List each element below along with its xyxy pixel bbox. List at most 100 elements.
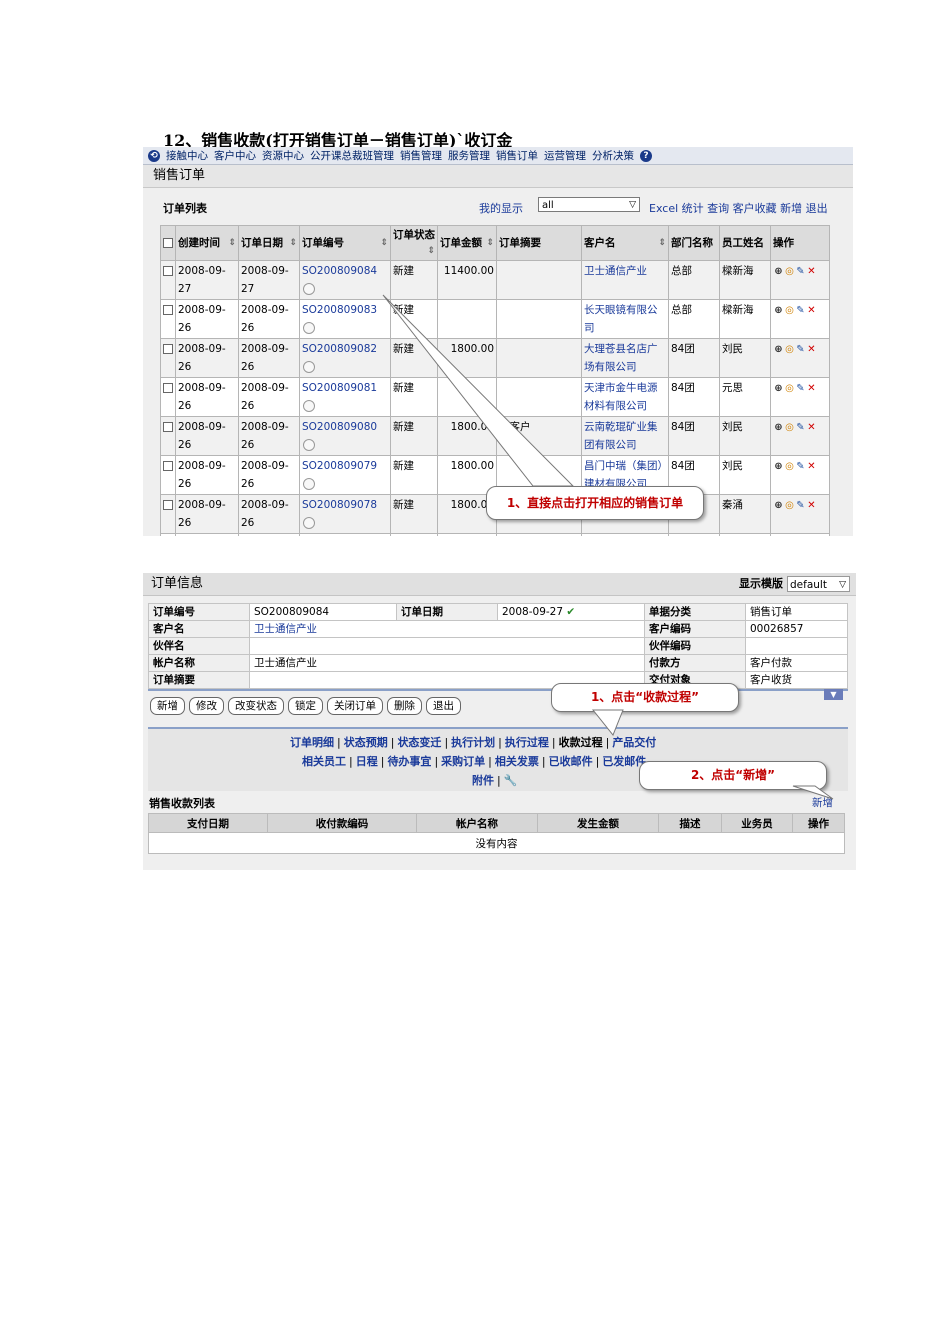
nav-item[interactable]: 销售管理	[400, 148, 442, 163]
edit-icon[interactable]: ✎	[795, 497, 806, 515]
delete-icon[interactable]: ✕	[806, 419, 817, 437]
delete-icon[interactable]: ✕	[806, 380, 817, 398]
nav-item[interactable]: 客户中心	[214, 148, 256, 163]
col-status[interactable]: 订单状态 ⇕	[390, 225, 438, 261]
refresh-icon[interactable]: ◎	[784, 497, 795, 515]
customer-cell[interactable]: 天津市金牛电源材料有限公司	[581, 377, 669, 417]
delete-icon[interactable]: ✕	[806, 341, 817, 359]
lock-button[interactable]: 锁定	[288, 697, 323, 715]
edit-icon[interactable]: ✎	[795, 419, 806, 437]
customer-link[interactable]: 长天眼镜有限公司	[584, 304, 658, 334]
col-amount[interactable]: 订单金额 ⇕	[437, 225, 497, 261]
tab-order-details[interactable]: 订单明细	[290, 736, 334, 749]
row-checkbox-cell[interactable]	[160, 299, 176, 339]
nav-item[interactable]: 公开课总裁班管理	[310, 148, 394, 163]
view-icon[interactable]: ⊕	[773, 419, 784, 437]
checkbox[interactable]	[163, 383, 173, 393]
row-checkbox-cell[interactable]	[160, 455, 176, 495]
order-no-cell[interactable]: SO200809082	[299, 338, 391, 378]
row-checkbox-cell[interactable]	[160, 533, 176, 536]
row-checkbox-cell[interactable]	[160, 494, 176, 534]
order-no-cell[interactable]: SO200809080	[299, 416, 391, 456]
customer-cell[interactable]: 长天眼镜有限公司	[581, 299, 669, 339]
checkbox[interactable]	[163, 237, 173, 248]
customer-link[interactable]: 卫士通信产业	[249, 620, 645, 638]
order-no-cell[interactable]: SO200809083	[299, 299, 391, 339]
refresh-icon[interactable]: ◎	[784, 380, 795, 398]
view-icon[interactable]: ⊕	[773, 302, 784, 320]
order-no-cell[interactable]: SO200809084	[299, 260, 391, 300]
view-icon[interactable]: ⊕	[773, 497, 784, 515]
nav-item[interactable]: 运营管理	[544, 148, 586, 163]
row-checkbox-cell[interactable]	[160, 377, 176, 417]
customer-link[interactable]: 云南乾琨矿业集团有限公司	[584, 421, 658, 451]
order-link[interactable]: SO200809081	[302, 382, 377, 394]
refresh-icon[interactable]: ◎	[784, 263, 795, 281]
order-no-cell[interactable]: SO200809077	[299, 533, 391, 536]
order-link[interactable]: SO200809082	[302, 343, 377, 355]
customer-link[interactable]: 卫士通信产业	[584, 265, 647, 277]
add-button[interactable]: 新增	[150, 697, 185, 715]
tab-todo[interactable]: 待办事宜	[387, 755, 431, 768]
order-no-cell[interactable]: SO200809078	[299, 494, 391, 534]
nav-item[interactable]: 服务管理	[448, 148, 490, 163]
tab-exec-plan[interactable]: 执行计划	[451, 736, 495, 749]
refresh-icon[interactable]: ◎	[784, 341, 795, 359]
order-link[interactable]: SO200809079	[302, 460, 377, 472]
tab-status-expected[interactable]: 状态预期	[344, 736, 388, 749]
wrench-icon[interactable]: 🔧	[504, 774, 518, 787]
nav-item[interactable]: 销售订单	[496, 148, 538, 163]
order-link[interactable]: SO200809083	[302, 304, 377, 316]
delete-icon[interactable]: ✕	[806, 302, 817, 320]
tab-purchase-order[interactable]: 采购订单	[441, 755, 485, 768]
row-checkbox-cell[interactable]	[160, 260, 176, 300]
display-template-select[interactable]: default ▽	[787, 576, 850, 592]
edit-icon[interactable]: ✎	[795, 341, 806, 359]
checkbox[interactable]	[163, 461, 173, 471]
col-summary[interactable]: 订单摘要	[496, 225, 582, 261]
customer-cell[interactable]: 东安超商有限公司	[581, 533, 669, 536]
tab-exec-process[interactable]: 执行过程	[505, 736, 549, 749]
table-row[interactable]: 2008-09-27 2008-09-27 SO200809084 新建 11400.0…	[160, 260, 830, 300]
chevron-down-icon[interactable]: ▼	[824, 689, 843, 700]
order-link[interactable]: SO200809084	[302, 265, 377, 277]
view-icon[interactable]: ⊕	[773, 341, 784, 359]
customer-cell[interactable]: 大理苍县名店广场有限公司	[581, 338, 669, 378]
refresh-icon[interactable]: ◎	[784, 458, 795, 476]
tab-receipt-process[interactable]: 收款过程	[559, 736, 603, 749]
view-icon[interactable]: ⊕	[773, 380, 784, 398]
view-icon[interactable]: ⊕	[773, 263, 784, 281]
checkbox[interactable]	[163, 305, 173, 315]
tab-status-changes[interactable]: 状态变迁	[397, 736, 441, 749]
nav-item[interactable]: 分析决策	[592, 148, 634, 163]
edit-icon[interactable]: ✎	[795, 458, 806, 476]
col-staff[interactable]: 员工姓名	[719, 225, 771, 261]
table-row[interactable]: 2008-09-262008-09-26SO200809077新建1800.00…	[160, 533, 830, 536]
select-all-header[interactable]	[160, 225, 176, 261]
edit-button[interactable]: 修改	[189, 697, 224, 715]
view-icon[interactable]: ⊕	[773, 458, 784, 476]
col-created[interactable]: 创建时间 ⇕	[175, 225, 239, 261]
edit-icon[interactable]: ✎	[795, 302, 806, 320]
customer-link[interactable]: 大理苍县名店广场有限公司	[584, 343, 658, 373]
checkbox[interactable]	[163, 266, 173, 276]
nav-item[interactable]: 资源中心	[262, 148, 304, 163]
tab-attachments[interactable]: 附件	[472, 774, 494, 787]
exit-button[interactable]: 退出	[426, 697, 461, 715]
table-row[interactable]: 2008-09-26 2008-09-26 SO200809082 新建 1800.00…	[160, 338, 830, 378]
order-no-cell[interactable]: SO200809079	[299, 455, 391, 495]
refresh-icon[interactable]: ◎	[784, 419, 795, 437]
checkbox[interactable]	[163, 344, 173, 354]
delete-icon[interactable]: ✕	[806, 263, 817, 281]
delete-icon[interactable]: ✕	[806, 497, 817, 515]
tab-schedule[interactable]: 日程	[356, 755, 378, 768]
help-icon[interactable]: ?	[640, 149, 652, 162]
tab-related-staff[interactable]: 相关员工	[302, 755, 346, 768]
change-status-button[interactable]: 改变状态	[228, 697, 284, 715]
tab-received-mail[interactable]: 已收邮件	[549, 755, 593, 768]
table-row[interactable]: 2008-09-26 2008-09-26 SO200809080 新建 1800.00…	[160, 416, 830, 456]
order-link[interactable]: SO200809080	[302, 421, 377, 433]
order-link[interactable]: SO200809078	[302, 499, 377, 511]
refresh-icon[interactable]: ◎	[784, 302, 795, 320]
customer-cell[interactable]: 卫士通信产业	[581, 260, 669, 300]
